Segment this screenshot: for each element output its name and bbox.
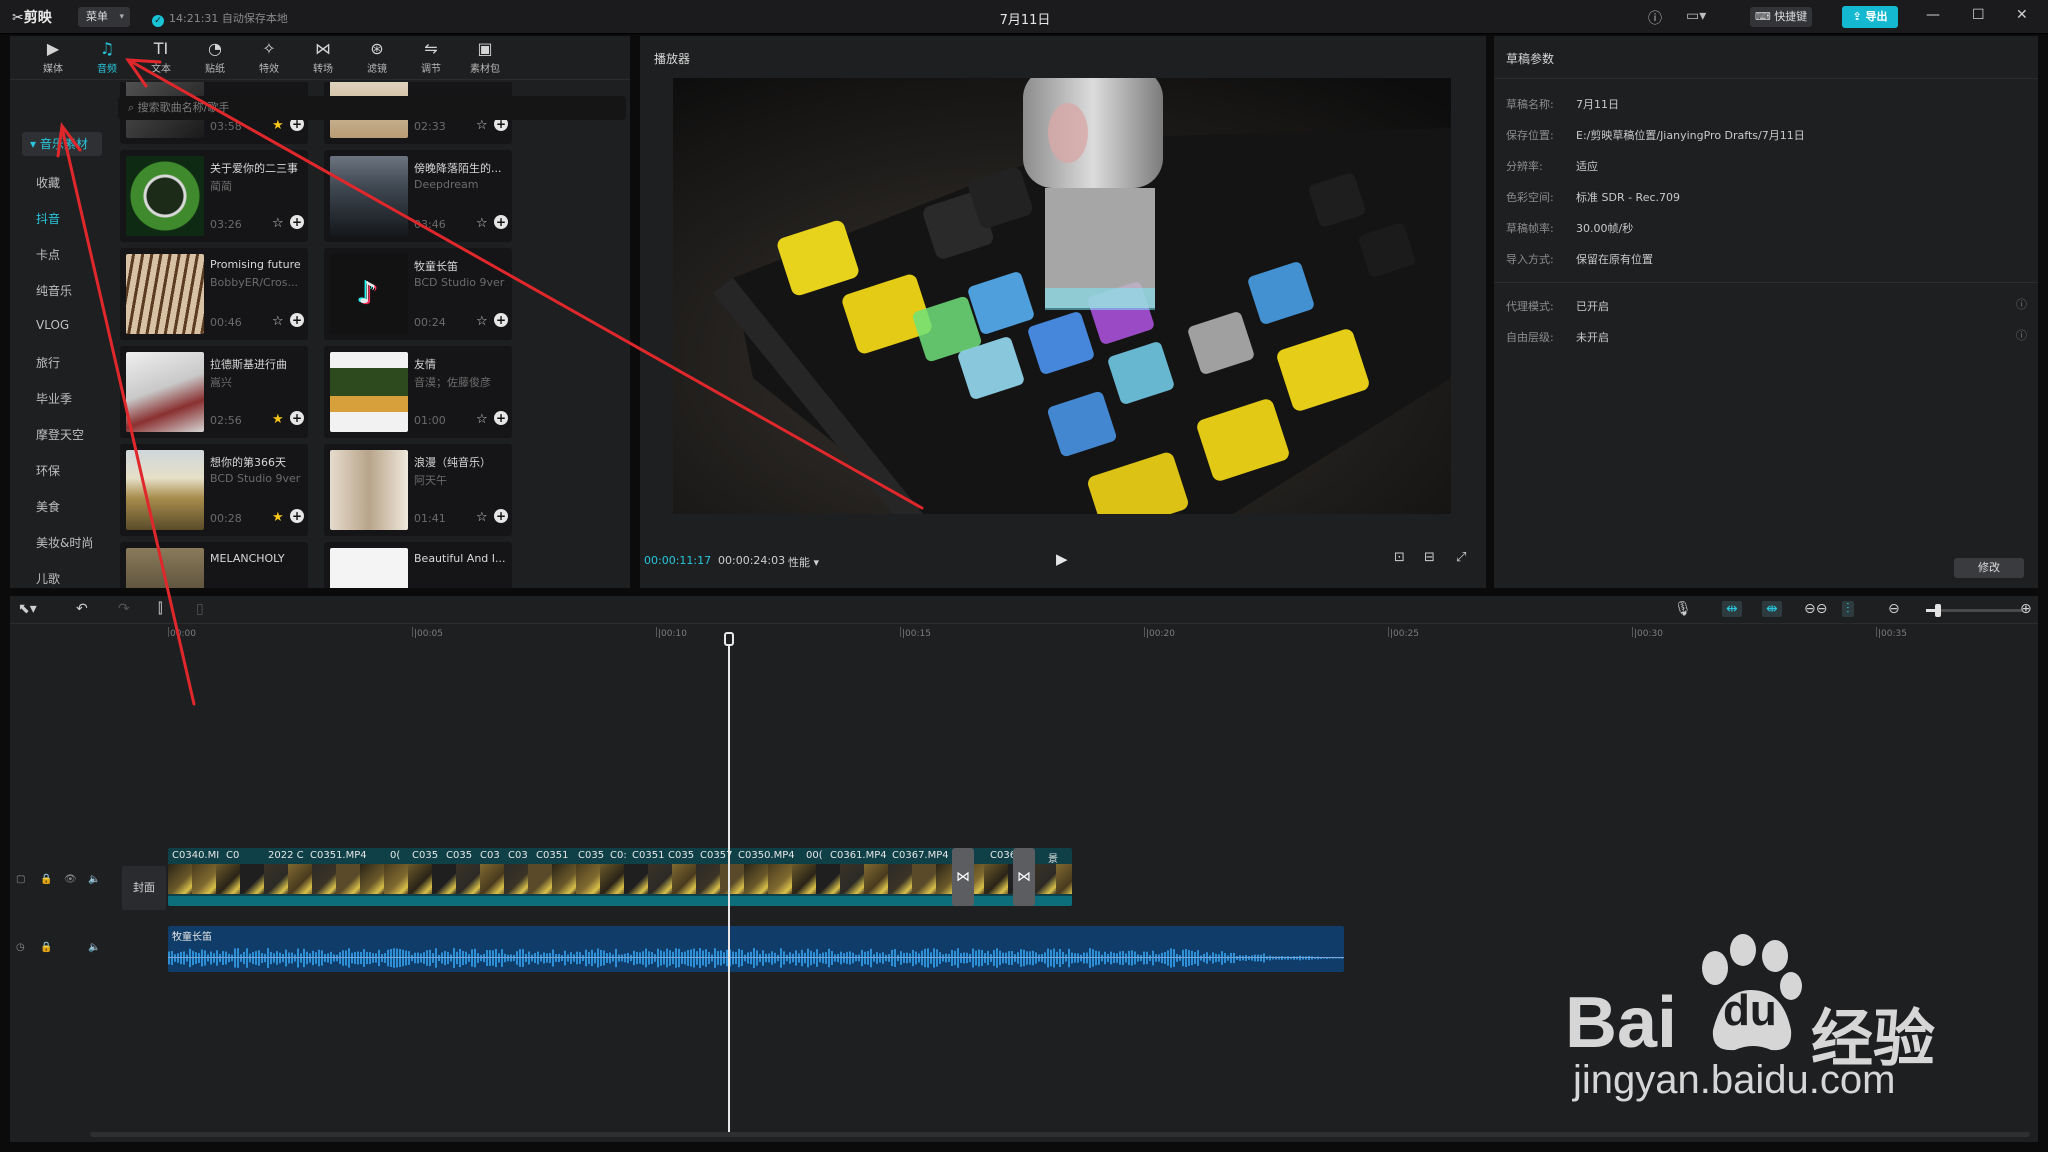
watermark-text: Bai	[1565, 983, 1678, 1063]
arrow-to-audio-tab	[130, 60, 924, 510]
watermark-url: jingyan.baidu.com	[1573, 1058, 1896, 1102]
arrow-head	[56, 122, 82, 158]
arrow-to-music-material	[60, 126, 196, 706]
baidu-watermark: Bai du 经验 jingyan.baidu.com	[1565, 924, 2005, 1104]
watermark-text: du	[1723, 986, 1777, 1035]
